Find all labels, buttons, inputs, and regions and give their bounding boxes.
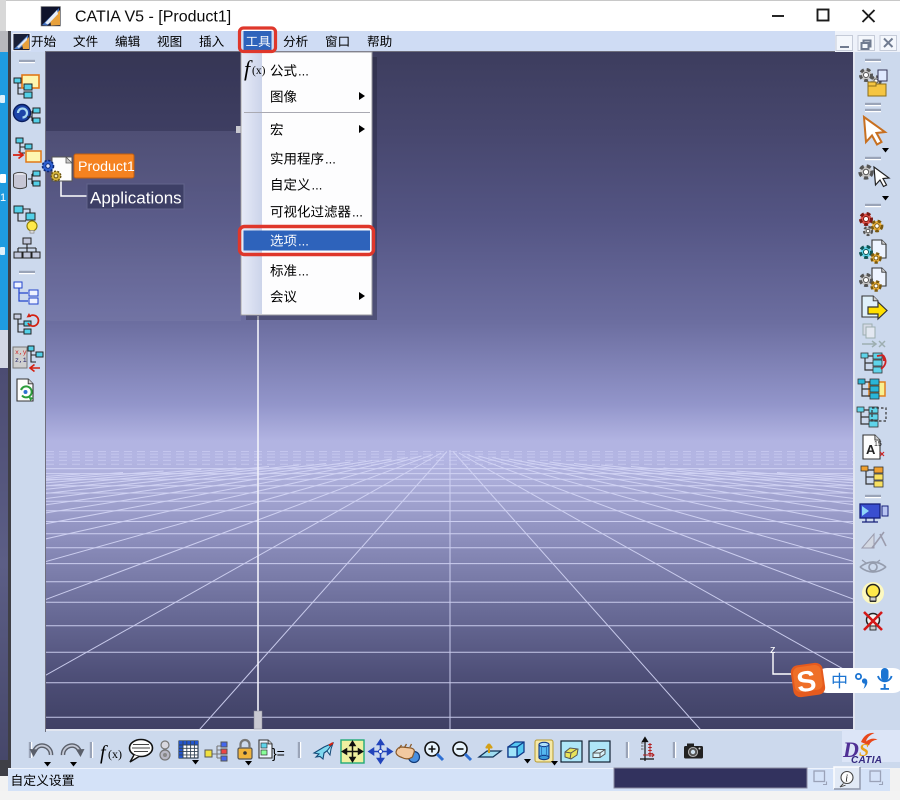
svg-text:...: ... (298, 64, 309, 79)
svg-text:...: ... (312, 178, 323, 193)
svg-text:CATIA: CATIA (851, 755, 882, 766)
svg-text:...: ... (298, 234, 309, 249)
svg-text:x,y: x,y (15, 349, 27, 356)
svg-text:15: 15 (874, 441, 882, 448)
svg-text:Product1: Product1 (78, 159, 135, 175)
svg-text:CATIA V5 - [Product1]: CATIA V5 - [Product1] (75, 9, 231, 26)
svg-text:Applications: Applications (90, 189, 182, 208)
svg-text:(x): (x) (108, 747, 122, 761)
svg-text:...: ... (325, 152, 336, 167)
svg-text:z: z (770, 644, 776, 656)
svg-text:...: ... (352, 205, 363, 220)
svg-text:z,1: z,1 (15, 357, 27, 364)
svg-text:(x): (x) (252, 65, 266, 77)
svg-text:i: i (845, 774, 848, 785)
svg-text:...: ... (298, 264, 309, 279)
svg-text:1: 1 (0, 192, 6, 204)
svg-text:f: f (100, 742, 108, 764)
svg-text:}=: }= (272, 745, 285, 761)
